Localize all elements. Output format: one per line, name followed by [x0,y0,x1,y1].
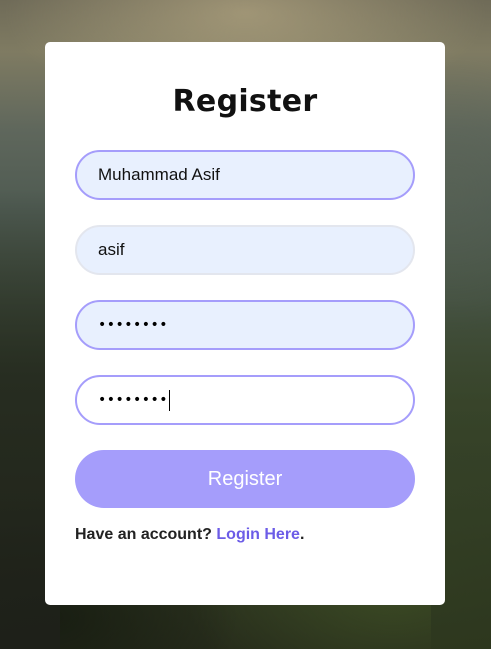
register-button[interactable]: Register [75,450,415,508]
fullname-field[interactable]: Muhammad Asif [75,150,415,200]
login-link[interactable]: Login Here [216,526,300,543]
login-prompt: Have an account? Login Here. [75,526,304,544]
confirm-password-value: •••••••• [98,392,169,408]
login-prompt-text: Have an account? [75,526,212,543]
page-title: Register [172,84,318,119]
login-prompt-suffix: . [299,526,305,543]
password-field[interactable]: •••••••• [75,300,415,350]
confirm-password-field[interactable]: •••••••• [75,375,415,425]
fullname-value: Muhammad Asif [98,165,220,184]
text-caret [169,389,171,411]
register-card: Register Muhammad Asif asif •••••••• •••… [45,42,445,605]
username-field[interactable]: asif [75,225,415,275]
password-value: •••••••• [98,317,169,333]
username-value: asif [98,240,125,259]
